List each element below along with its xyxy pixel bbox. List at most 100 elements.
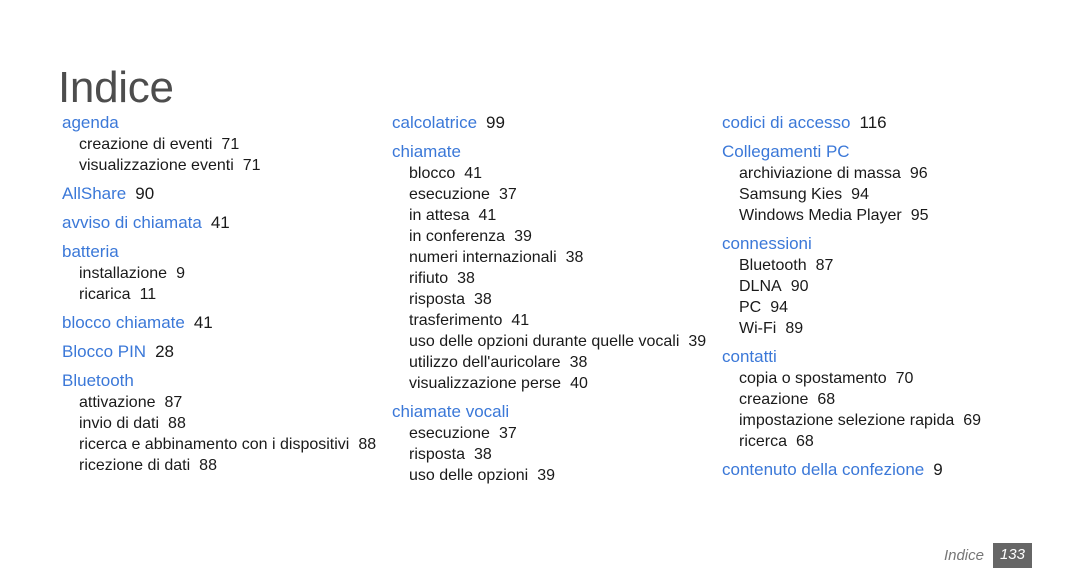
index-subitem[interactable]: creazione 68	[722, 389, 1052, 410]
index-heading-label: batteria	[62, 242, 119, 261]
index-subitem-label: PC	[739, 299, 762, 316]
index-heading-page-number: 99	[486, 113, 505, 132]
index-heading-label: avviso di chiamata	[62, 213, 202, 232]
index-subitem-label: impostazione selezione rapida	[739, 412, 955, 429]
index-page: Indice agenda creazione di eventi 71 visual…	[0, 0, 1080, 586]
index-subitem[interactable]: Samsung Kies 94	[722, 184, 1052, 205]
index-subitem[interactable]: Wi-Fi 89	[722, 318, 1052, 339]
index-subitem-page-number: 70	[895, 370, 914, 387]
index-entry-group: chiamate blocco 41 esecuzione 37 in attesa 41 i…	[392, 141, 712, 394]
index-subitem-page-number: 38	[474, 291, 492, 308]
index-subitem-page-number: 40	[570, 375, 588, 392]
index-subitem-label: creazione di eventi	[79, 136, 213, 153]
index-subitem[interactable]: PC 94	[722, 297, 1052, 318]
index-subitem[interactable]: Windows Media Player 95	[722, 205, 1052, 226]
index-entry-group: chiamate vocali esecuzione 37 risposta 38 uso…	[392, 401, 712, 486]
index-subitem[interactable]: risposta 38	[392, 289, 712, 310]
index-entry-group: calcolatrice 99	[392, 112, 712, 134]
index-subitem[interactable]: invio di dati 88	[62, 413, 382, 434]
index-heading[interactable]: avviso di chiamata 41	[62, 212, 382, 234]
index-subitem-page-number: 38	[565, 249, 584, 266]
index-heading[interactable]: Blocco PIN 28	[62, 341, 382, 363]
index-heading-label: contatti	[722, 347, 777, 366]
index-subitem-page-number: 37	[498, 186, 517, 203]
index-heading[interactable]: contatti	[722, 346, 1052, 368]
index-subitem[interactable]: DLNA 90	[722, 276, 1052, 297]
index-heading-page-number: 116	[859, 113, 887, 132]
index-heading[interactable]: calcolatrice 99	[392, 112, 712, 134]
index-subitem-label: invio di dati	[79, 415, 160, 432]
index-heading-page-number: 90	[135, 184, 155, 203]
index-entry-group: Bluetooth attivazione 87 invio di dati 88 ric…	[62, 370, 382, 476]
index-subitem-label: creazione	[739, 391, 809, 408]
index-subitem-page-number: 89	[785, 320, 804, 337]
index-heading[interactable]: AllShare 90	[62, 183, 382, 205]
index-subitem-page-number: 87	[164, 394, 183, 411]
index-subitem[interactable]: Bluetooth 87	[722, 255, 1052, 276]
index-entry-group: agenda creazione di eventi 71 visualizzazio…	[62, 112, 382, 176]
index-subitem-page-number: 71	[221, 136, 240, 153]
index-heading-label: chiamate vocali	[392, 402, 510, 421]
index-heading-label: Bluetooth	[62, 371, 134, 390]
index-subitem[interactable]: visualizzazione perse 40	[392, 373, 712, 394]
index-subitem[interactable]: in conferenza 39	[392, 226, 712, 247]
index-subitem-label: visualizzazione perse	[409, 375, 562, 392]
index-subitem-label: risposta	[409, 446, 466, 463]
index-heading[interactable]: connessioni	[722, 233, 1052, 255]
index-heading-label: codici di accesso	[722, 113, 851, 132]
index-subitem-label: ricerca e abbinamento con i dispositivi	[79, 436, 350, 453]
index-heading[interactable]: chiamate vocali	[392, 401, 712, 423]
index-heading[interactable]: blocco chiamate 41	[62, 312, 382, 334]
index-subitem[interactable]: installazione 9	[62, 263, 382, 284]
index-heading[interactable]: codici di accesso 116	[722, 112, 1052, 134]
index-subitem[interactable]: uso delle opzioni 39	[392, 465, 712, 486]
index-subitem-label: numeri internazionali	[409, 249, 557, 266]
index-subitem-label: esecuzione	[409, 425, 490, 442]
index-subitem[interactable]: ricarica 11	[62, 284, 382, 305]
index-subitem-label: copia o spostamento	[739, 370, 887, 387]
index-heading-label: contenuto della confezione	[722, 460, 925, 479]
index-heading-label: connessioni	[722, 234, 812, 253]
index-heading[interactable]: Collegamenti PC	[722, 141, 1052, 163]
index-subitem[interactable]: uso delle opzioni durante quelle vocali 3…	[392, 331, 712, 352]
index-heading[interactable]: chiamate	[392, 141, 712, 163]
index-subitem-label: uso delle opzioni	[409, 467, 529, 484]
index-subitem[interactable]: blocco 41	[392, 163, 712, 184]
index-subitem-label: installazione	[79, 265, 168, 282]
index-subitem-page-number: 38	[569, 354, 588, 371]
index-subitem-page-number: 41	[511, 312, 530, 329]
index-subitem[interactable]: in attesa 41	[392, 205, 712, 226]
index-subitem-label: Windows Media Player	[739, 207, 902, 224]
index-heading[interactable]: agenda	[62, 112, 382, 134]
index-subitem-label: in attesa	[409, 207, 470, 224]
index-heading[interactable]: batteria	[62, 241, 382, 263]
index-subitem-label: trasferimento	[409, 312, 503, 329]
index-subitem[interactable]: copia o spostamento 70	[722, 368, 1052, 389]
index-subitem[interactable]: trasferimento 41	[392, 310, 712, 331]
index-subitem[interactable]: utilizzo dell'auricolare 38	[392, 352, 712, 373]
footer-section-label: Indice	[943, 546, 984, 564]
index-subitem[interactable]: visualizzazione eventi 71	[62, 155, 382, 176]
index-subitem-label: utilizzo dell'auricolare	[409, 354, 561, 371]
index-subitem[interactable]: archiviazione di massa 96	[722, 163, 1052, 184]
index-subitem[interactable]: ricerca 68	[722, 431, 1052, 452]
index-subitem[interactable]: impostazione selezione rapida 69	[722, 410, 1052, 431]
index-subitem-page-number: 37	[498, 425, 517, 442]
index-heading-page-number: 41	[193, 313, 213, 332]
index-subitem[interactable]: ricezione di dati 88	[62, 455, 382, 476]
index-column-1: agenda creazione di eventi 71 visualizzazio…	[62, 112, 382, 476]
index-subitem-page-number: 41	[464, 165, 483, 182]
index-subitem[interactable]: esecuzione 37	[392, 423, 712, 444]
index-entry-group: connessioni Bluetooth 87 DLNA 90 PC 94 Wi-Fi 89	[722, 233, 1052, 339]
index-heading[interactable]: Bluetooth	[62, 370, 382, 392]
index-subitem[interactable]: numeri internazionali 38	[392, 247, 712, 268]
index-subitem[interactable]: rifiuto 38	[392, 268, 712, 289]
index-subitem[interactable]: esecuzione 37	[392, 184, 712, 205]
index-subitem[interactable]: creazione di eventi 71	[62, 134, 382, 155]
footer-page-number: 133	[992, 543, 1032, 568]
index-heading[interactable]: contenuto della confezione 9	[722, 459, 1052, 481]
index-subitem[interactable]: attivazione 87	[62, 392, 382, 413]
index-subitem-label: DLNA	[739, 278, 782, 295]
index-subitem[interactable]: ricerca e abbinamento con i dispositivi 8…	[62, 434, 382, 455]
index-subitem[interactable]: risposta 38	[392, 444, 712, 465]
